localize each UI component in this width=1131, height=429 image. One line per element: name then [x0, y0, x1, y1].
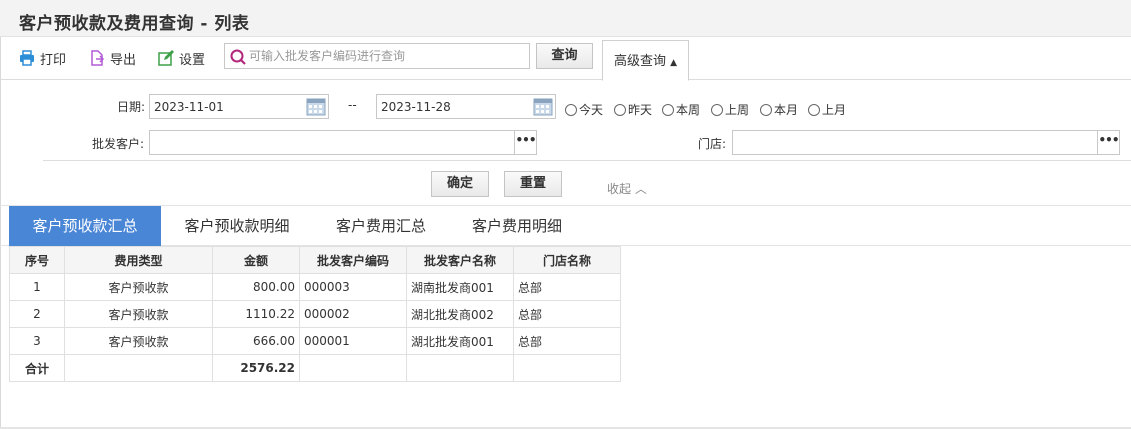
expense-type: 客户预收款: [64, 300, 213, 328]
column-header[interactable]: 序号: [9, 246, 65, 274]
store-picker-button[interactable]: •••: [1097, 130, 1120, 155]
row-number: 1: [9, 273, 65, 301]
amount: 666.00: [212, 327, 300, 355]
reset-button[interactable]: 重置: [504, 171, 562, 197]
calendar-icon[interactable]: [306, 97, 326, 116]
total-cell-empty: [513, 354, 621, 382]
collapse-toggle[interactable]: 收起 ︿: [607, 180, 647, 197]
customer-code: 000002: [299, 300, 407, 328]
print-label: 打印: [40, 52, 67, 68]
table-header-row: 序号 费用类型 金额 批发客户编码 批发客户名称 门店名称: [9, 246, 621, 274]
advanced-query-tab[interactable]: 高级查询 ▲: [602, 40, 689, 81]
settings-label: 设置: [179, 52, 206, 68]
date-from-value: 2023-11-01: [154, 100, 224, 114]
customer-name: 湖北批发商001: [406, 327, 514, 355]
range-this-month-radio[interactable]: 本月: [760, 101, 798, 118]
search-box: [224, 43, 530, 69]
results-table: 序号 费用类型 金额 批发客户编码 批发客户名称 门店名称 1 客户预收款 80…: [9, 246, 621, 382]
search-icon: [230, 49, 246, 65]
settings-button[interactable]: 设置: [158, 47, 205, 69]
column-header[interactable]: 门店名称: [513, 246, 621, 274]
column-header[interactable]: 费用类型: [64, 246, 213, 274]
print-button[interactable]: 打印: [19, 47, 66, 69]
date-separator: --: [348, 98, 357, 112]
range-today-radio[interactable]: 今天: [565, 101, 603, 118]
chevron-up-icon: ︿: [634, 182, 647, 196]
total-cell-empty: [406, 354, 514, 382]
export-label: 导出: [110, 52, 137, 68]
export-button[interactable]: 导出: [89, 47, 136, 69]
range-yesterday-radio[interactable]: 昨天: [614, 101, 652, 118]
tab-prepayment-detail[interactable]: 客户预收款明细: [161, 206, 313, 246]
expense-type: 客户预收款: [64, 273, 213, 301]
total-cell-empty: [64, 354, 213, 382]
toolbar: 打印 导出 设置 查询 高级查询 ▲: [0, 38, 1131, 81]
date-to-value: 2023-11-28: [381, 100, 451, 114]
result-tabs: 客户预收款汇总 客户预收款明细 客户费用汇总 客户费用明细: [0, 205, 1131, 246]
table-row[interactable]: 3 客户预收款 666.00 000001 湖北批发商001 总部: [9, 327, 621, 355]
customer-code: 000003: [299, 273, 407, 301]
total-amount: 2576.22: [212, 354, 300, 382]
range-last-week-radio[interactable]: 上周: [711, 101, 749, 118]
total-cell-empty: [299, 354, 407, 382]
range-last-month-radio[interactable]: 上月: [808, 101, 846, 118]
filter-panel: 日期: 2023-11-01 -- 2023-11-28 今天 昨天 本周 上周…: [0, 81, 1131, 204]
advanced-query-label: 高级查询: [613, 54, 666, 69]
table-total-row: 合计 2576.22: [9, 354, 621, 382]
store-name: 总部: [513, 300, 621, 328]
collapse-label: 收起: [607, 182, 632, 196]
date-to-input[interactable]: 2023-11-28: [376, 94, 556, 119]
amount: 800.00: [212, 273, 300, 301]
expense-type: 客户预收款: [64, 327, 213, 355]
caret-up-icon: ▲: [670, 58, 678, 68]
table-row[interactable]: 1 客户预收款 800.00 000003 湖南批发商001 总部: [9, 273, 621, 301]
amount: 1110.22: [212, 300, 300, 328]
date-label: 日期:: [117, 100, 146, 114]
filter-divider: [43, 160, 1131, 161]
customer-input[interactable]: [149, 130, 515, 155]
table-row[interactable]: 2 客户预收款 1110.22 000002 湖北批发商002 总部: [9, 300, 621, 328]
row-number: 2: [9, 300, 65, 328]
export-icon: [91, 50, 105, 66]
customer-name: 湖南批发商001: [406, 273, 514, 301]
date-from-input[interactable]: 2023-11-01: [149, 94, 329, 119]
store-label: 门店:: [698, 137, 727, 151]
confirm-button[interactable]: 确定: [431, 171, 489, 197]
store-input[interactable]: [732, 130, 1098, 155]
customer-name: 湖北批发商002: [406, 300, 514, 328]
printer-icon: [20, 50, 34, 66]
range-this-week-radio[interactable]: 本周: [662, 101, 700, 118]
tab-prepayment-summary[interactable]: 客户预收款汇总: [9, 206, 161, 246]
tab-expense-detail[interactable]: 客户费用明细: [449, 206, 585, 246]
store-name: 总部: [513, 273, 621, 301]
store-name: 总部: [513, 327, 621, 355]
tab-expense-summary[interactable]: 客户费用汇总: [313, 206, 449, 246]
query-button[interactable]: 查询: [536, 43, 593, 69]
row-number: 3: [9, 327, 65, 355]
page-title: 客户预收款及费用查询 - 列表: [19, 14, 250, 34]
customer-code: 000001: [299, 327, 407, 355]
search-input[interactable]: [249, 46, 527, 66]
column-header[interactable]: 批发客户名称: [406, 246, 514, 274]
total-label: 合计: [9, 354, 65, 382]
calendar-icon[interactable]: [533, 97, 553, 116]
column-header[interactable]: 批发客户编码: [299, 246, 407, 274]
title-bar: 客户预收款及费用查询 - 列表: [0, 0, 1131, 37]
edit-settings-icon: [158, 50, 174, 66]
customer-picker-button[interactable]: •••: [514, 130, 537, 155]
column-header[interactable]: 金额: [212, 246, 300, 274]
customer-label: 批发客户:: [92, 137, 145, 151]
